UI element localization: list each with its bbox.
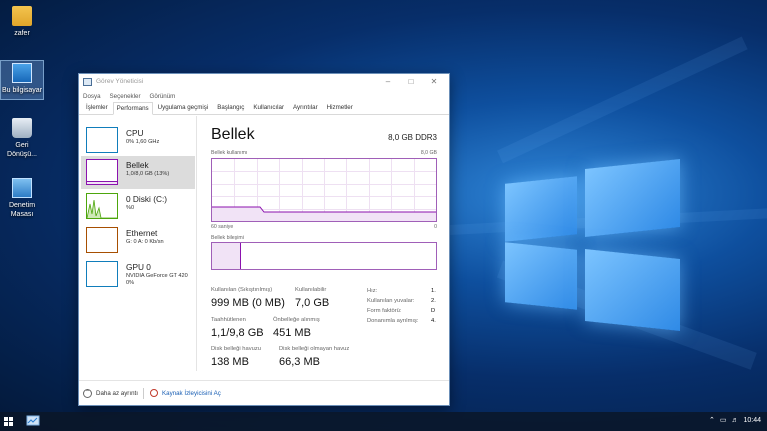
volume-icon[interactable]: ♬ [731,417,738,424]
taskbar: ⌃ ▭ ♬ 10:44 [0,412,767,431]
memory-composition-bar [211,242,437,270]
computer-icon [12,63,32,83]
hardware-reserved-value: 4. [431,318,436,324]
sidebar-item-label: 0 Diski (C:) [126,194,168,204]
speed-value: 1. [431,288,436,294]
sidebar-item-label: Bellek [126,160,149,170]
memory-usage-line [212,206,436,221]
desktop-icon-control-panel[interactable]: Denetim Masası [0,178,44,219]
form-factor-value: D [431,308,436,314]
memory-detail-panel: Bellek 8,0 GB DDR3 Bellek kullanımı 8,0 … [211,126,441,368]
desktop-icon-label: Denetim Masası [8,202,36,218]
gpu-thumbnail-graph [86,261,118,287]
slots-value: 2. [431,298,436,304]
chevron-up-icon[interactable]: ⌃ [709,416,715,424]
windows-logo-wallpaper [505,150,680,331]
folder-user-icon [12,6,32,26]
committed-label: Taahhütlenen [211,317,246,323]
chevron-up-icon[interactable]: ⌃ [83,389,92,398]
memory-usage-graph [211,158,437,222]
recycle-bin-icon [12,118,32,138]
usage-graph-max: 8,0 GB [420,150,437,156]
sidebar-item-label: CPU [126,128,144,138]
desktop-icon-label: Bu bilgisayar [1,87,43,94]
paged-pool-value: 138 MB [211,356,249,368]
tab-users[interactable]: Kullanıcılar [249,101,288,114]
available-value: 7,0 GB [295,297,330,309]
sidebar-item-gpu[interactable]: GPU 0 NVIDIA GeForce GT 420 0% [81,258,195,291]
in-use-label: Kullanılan (Sıkıştırılmış) [211,287,273,293]
tab-performance[interactable]: Performans [112,102,153,115]
performance-sidebar: CPU 0% 1,60 GHz Bellek 1,0/8,0 GB (13%) … [79,116,197,371]
sidebar-item-value: 0% 1,60 GHz [126,139,160,145]
available-label: Kullanılabilir [295,287,327,293]
nonpaged-pool-label: Disk belleği olmayan havuz [279,346,350,352]
tab-strip: İşlemler Performans Uygulama geçmişi Baş… [79,102,449,115]
graph-time-end: 0 [434,224,437,230]
slots-label: Kullanılan yuvalar: [367,298,415,304]
close-button[interactable]: ✕ [423,76,445,88]
desktop-icon-label: Geri Dönüşü... [7,142,37,158]
memory-thumbnail-graph [86,159,118,185]
sidebar-item-label: Ethernet [126,228,158,238]
cached-label: Önbelleğe alınmış [273,317,320,323]
desktop-icon-recycle-bin[interactable]: Geri Dönüşü... [0,118,44,159]
speed-label: Hız: [367,288,378,294]
task-manager-taskbar-icon[interactable] [26,415,40,428]
desktop-icon-user-folder[interactable]: zafer [0,6,44,38]
graph-time-label: 60 saniye [211,224,234,230]
task-manager-window: Görev Yöneticisi – □ ✕ Dosya Seçenekler … [78,73,450,406]
ethernet-thumbnail-graph [86,227,118,253]
hardware-reserved-label: Donanımla ayrılmış: [367,318,419,324]
window-footer: ⌃ Daha az ayrıntı Kaynak İzleyicisini Aç [79,380,449,404]
form-factor-label: Form faktörü: [367,308,402,314]
menu-view[interactable]: Görünüm [150,93,176,100]
system-tray: ⌃ ▭ ♬ 10:44 [709,416,761,425]
tab-processes[interactable]: İşlemler [82,101,112,114]
maximize-button[interactable]: □ [400,76,422,88]
sidebar-item-value: 1,0/8,0 GB (13%) [126,171,170,177]
nonpaged-pool-value: 66,3 MB [279,356,320,368]
sidebar-item-value: NVIDIA GeForce GT 420 0% [126,273,188,286]
minimize-button[interactable]: – [377,76,399,88]
fewer-details-link[interactable]: Daha az ayrıntı [96,390,138,397]
light-ray [497,36,748,164]
tab-app-history[interactable]: Uygulama geçmişi [154,101,213,114]
menu-options[interactable]: Seçenekler [110,93,141,100]
sidebar-item-memory[interactable]: Bellek 1,0/8,0 GB (13%) [81,156,195,189]
sidebar-item-value: G: 0 A: 0 Kb/sn [126,239,164,245]
committed-value: 1,1/9,8 GB [211,327,264,339]
sidebar-item-disk[interactable]: 0 Diski (C:) %0 [81,190,195,223]
sidebar-item-value: %0 [126,205,135,211]
sidebar-item-label: GPU 0 [126,262,151,272]
usage-graph-label: Bellek kullanımı [211,150,248,156]
window-title: Görev Yöneticisi [96,78,144,85]
composition-in-use [212,243,242,269]
paged-pool-label: Disk belleği havuzu [211,346,261,352]
sidebar-item-cpu[interactable]: CPU 0% 1,60 GHz [81,124,195,157]
memory-spec: 8,0 GB DDR3 [388,133,437,142]
composition-label: Bellek bileşimi [211,235,244,241]
in-use-value: 999 MB (0 MB) [211,297,285,309]
network-icon[interactable]: ▭ [720,416,727,424]
desktop-icon-this-pc[interactable]: Bu bilgisayar [0,60,44,100]
menu-file[interactable]: Dosya [83,93,101,100]
cached-value: 451 MB [273,327,311,339]
clock[interactable]: 10:44 [743,417,761,424]
control-panel-icon [12,178,32,198]
tab-startup[interactable]: Başlangıç [213,101,248,114]
open-resource-monitor-link[interactable]: Kaynak İzleyicisini Aç [162,390,221,397]
sidebar-item-ethernet[interactable]: Ethernet G: 0 A: 0 Kb/sn [81,224,195,257]
resource-monitor-icon [150,389,158,397]
cpu-thumbnail-graph [86,127,118,153]
title-bar[interactable]: Görev Yöneticisi – □ ✕ [79,74,449,90]
disk-thumbnail-graph [86,193,118,219]
tab-details[interactable]: Ayrıntılar [289,101,322,114]
start-button[interactable] [4,417,14,427]
desktop-icon-label: zafer [14,30,30,37]
footer-divider [143,388,144,399]
tab-services[interactable]: Hizmetler [323,101,357,114]
task-manager-icon [83,78,92,86]
